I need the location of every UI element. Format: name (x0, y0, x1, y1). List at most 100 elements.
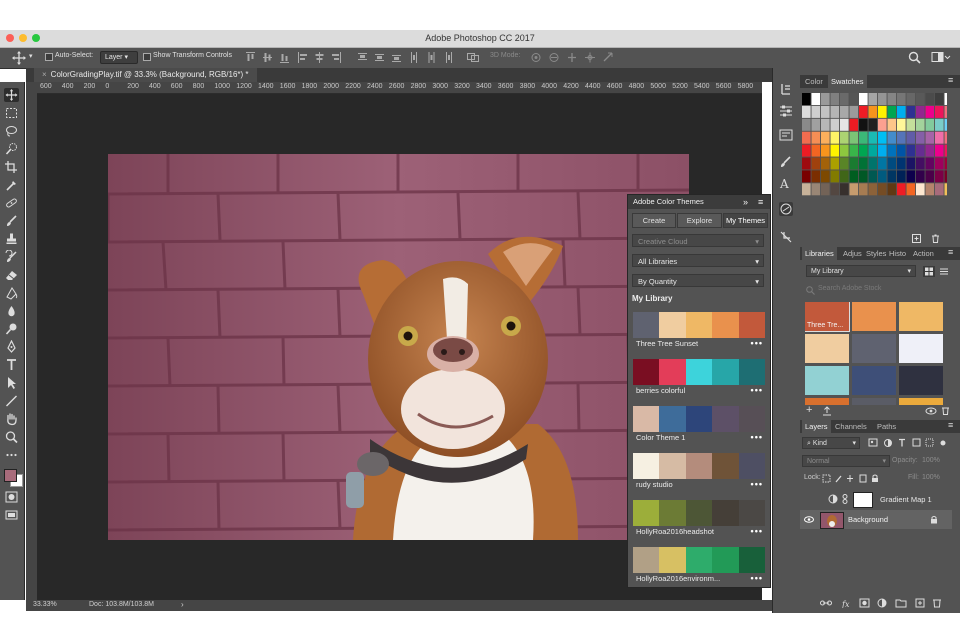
swatch-cell[interactable] (897, 131, 906, 144)
swatch-cell[interactable] (830, 131, 840, 144)
adjustments-panel-icon[interactable] (779, 104, 793, 118)
theme-color-swatch[interactable] (685, 312, 713, 338)
swatch-cell[interactable] (906, 144, 916, 157)
opacity-value[interactable]: 100% (922, 457, 940, 464)
swatch-cell[interactable] (887, 157, 897, 170)
document-image[interactable] (108, 154, 689, 540)
layer-filter-dropdown[interactable]: ⌕ Kind ▾ (802, 437, 860, 449)
swatch-cell[interactable] (802, 170, 811, 183)
swatch-cell[interactable] (868, 157, 878, 170)
theme-color-swatch[interactable] (685, 453, 713, 479)
blur-tool-icon[interactable] (4, 304, 19, 318)
library-color-tile[interactable] (852, 398, 896, 405)
swatch-cell[interactable] (887, 118, 897, 131)
swatch-cell[interactable] (906, 131, 916, 144)
swatch-cell[interactable] (811, 144, 821, 157)
path-selection-tool-icon[interactable] (4, 376, 19, 390)
swatch-cell[interactable] (878, 157, 887, 170)
swatch-cell[interactable] (878, 105, 887, 118)
hand-tool-icon[interactable] (4, 412, 19, 426)
swatch-cell[interactable] (897, 157, 906, 170)
theme-more-icon[interactable]: ••• (751, 338, 763, 348)
blend-mode-dropdown[interactable]: Normal ▾ (802, 455, 890, 467)
more-tools-icon[interactable] (4, 448, 19, 462)
swatch-cell[interactable] (906, 157, 916, 170)
layer-thumbnail[interactable] (820, 512, 844, 529)
swatch-cell[interactable] (887, 131, 897, 144)
swatch-cell[interactable] (925, 93, 935, 105)
auto-align-layers-icon[interactable] (467, 52, 479, 63)
delete-element-icon[interactable] (941, 406, 950, 415)
align-top-icon[interactable] (246, 52, 255, 63)
3d-scale-icon[interactable] (602, 52, 614, 63)
new-swatch-icon[interactable] (912, 234, 921, 243)
swatch-cell[interactable] (916, 157, 925, 170)
theme-color-swatch[interactable] (685, 500, 713, 526)
swatch-cell[interactable] (868, 93, 878, 105)
swatch-cell[interactable] (925, 118, 935, 131)
swatch-cell[interactable] (906, 93, 916, 105)
swatch-cell[interactable] (906, 105, 916, 118)
swatch-cell[interactable] (821, 118, 830, 131)
swatch-cell[interactable] (821, 144, 830, 157)
swatch-cell[interactable] (887, 144, 897, 157)
swatch-cell[interactable] (878, 118, 887, 131)
swatch-cell[interactable] (897, 170, 906, 183)
align-vertical-center-icon[interactable] (263, 52, 272, 63)
swatch-cell[interactable] (935, 144, 944, 157)
theme-item[interactable]: berries colorful ••• (633, 359, 765, 399)
theme-color-swatch[interactable] (633, 406, 660, 432)
swatch-cell[interactable] (944, 131, 948, 144)
theme-color-swatch[interactable] (738, 547, 765, 573)
theme-color-swatch[interactable] (659, 547, 686, 573)
swatch-cell[interactable] (944, 118, 948, 131)
theme-color-swatch[interactable] (738, 500, 765, 526)
theme-color-swatch[interactable] (712, 359, 739, 385)
swatch-cell[interactable] (859, 118, 868, 131)
swatch-cell[interactable] (935, 93, 944, 105)
align-bottom-icon[interactable] (280, 52, 289, 63)
screen-mode-icon[interactable] (4, 508, 19, 522)
swatch-cell[interactable] (868, 170, 878, 183)
swatch-cell[interactable] (802, 118, 811, 131)
theme-color-swatch[interactable] (738, 406, 765, 432)
swatch-cell[interactable] (849, 157, 859, 170)
chain-link-icon[interactable] (842, 494, 848, 504)
library-color-tile[interactable] (805, 366, 849, 395)
layers-footer-icons[interactable]: fx (820, 598, 950, 608)
swatch-cell[interactable] (830, 144, 840, 157)
glyphs-panel-icon[interactable] (779, 230, 793, 244)
swatch-cell[interactable] (925, 183, 935, 196)
library-color-tile[interactable] (852, 302, 896, 331)
swatch-cell[interactable] (849, 170, 859, 183)
swatch-cell[interactable] (916, 131, 925, 144)
tab-layers[interactable]: Layers (802, 420, 831, 433)
eraser-tool-icon[interactable] (4, 268, 19, 282)
swatch-cell[interactable] (925, 131, 935, 144)
swatch-cell[interactable] (849, 183, 859, 196)
foreground-color-swatch[interactable] (4, 469, 17, 482)
swatch-cell[interactable] (802, 105, 811, 118)
zoom-tool-icon[interactable] (4, 430, 19, 444)
library-color-tile[interactable] (899, 302, 943, 331)
swatch-cell[interactable] (849, 144, 859, 157)
healing-brush-tool-icon[interactable] (4, 196, 19, 210)
swatch-cell[interactable] (802, 144, 811, 157)
tab-channels[interactable]: Channels (832, 420, 870, 433)
swatch-cell[interactable] (802, 93, 811, 105)
swatch-cell[interactable] (916, 144, 925, 157)
swatch-cell[interactable] (878, 93, 887, 105)
swatch-cell[interactable] (859, 131, 868, 144)
swatch-cell[interactable] (849, 93, 859, 105)
lock-icons[interactable] (822, 474, 882, 483)
theme-color-swatch[interactable] (659, 312, 686, 338)
swatch-cell[interactable] (935, 183, 944, 196)
history-panel-icon[interactable] (779, 82, 793, 96)
swatch-cell[interactable] (821, 93, 830, 105)
visibility-off-icon[interactable] (804, 494, 813, 503)
swatch-cell[interactable] (906, 183, 916, 196)
swatch-cell[interactable] (868, 131, 878, 144)
tab-color[interactable]: Color (802, 75, 826, 88)
eyedropper-tool-icon[interactable] (4, 178, 19, 192)
transform-controls-checkbox[interactable] (143, 53, 151, 61)
